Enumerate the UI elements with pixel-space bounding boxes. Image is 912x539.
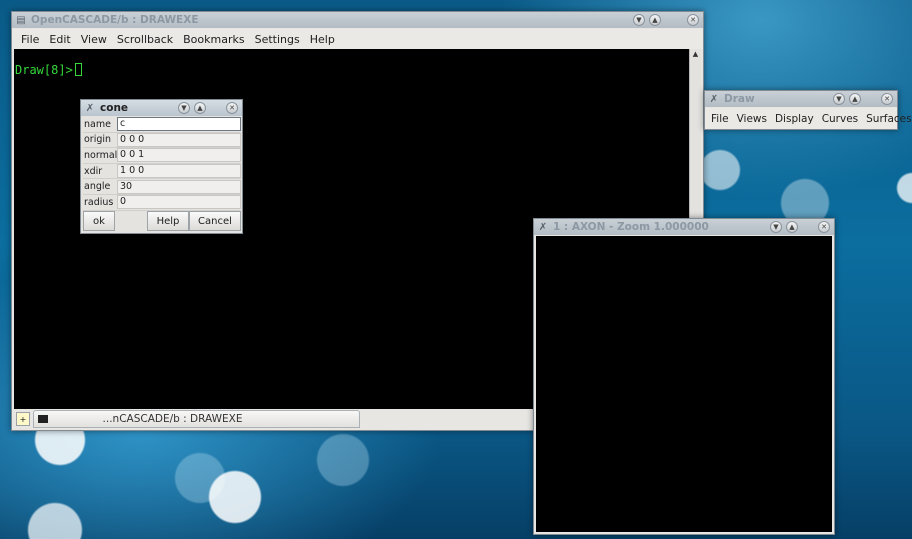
terminal-titlebar[interactable]: ▤ OpenCASCADE/b : DRAWEXE ▼ ▲ ✕ bbox=[12, 12, 703, 28]
field-row-angle: angle 30 bbox=[83, 179, 241, 195]
menu-view[interactable]: View bbox=[76, 33, 112, 46]
field-row-name: name c bbox=[83, 117, 241, 133]
cancel-button[interactable]: Cancel bbox=[189, 211, 241, 231]
normal-input[interactable]: 0 0 1 bbox=[117, 148, 241, 163]
axon-titlebar[interactable]: ✗ 1 : AXON - Zoom 1.000000 ▼ ▲ ✕ bbox=[534, 219, 834, 235]
field-row-xdir: xdir 1 0 0 bbox=[83, 164, 241, 180]
chevron-down-icon[interactable]: ▼ bbox=[633, 14, 645, 26]
draw-menu-curves[interactable]: Curves bbox=[818, 113, 862, 125]
field-label: name bbox=[84, 118, 111, 130]
field-row-radius: radius 0 bbox=[83, 195, 241, 211]
axon-viewport[interactable] bbox=[536, 236, 832, 532]
draw-titlebar[interactable]: ✗ Draw ▼ ▲ ✕ bbox=[705, 91, 897, 107]
terminal-icon: ▤ bbox=[16, 14, 26, 26]
close-icon[interactable]: ✕ bbox=[881, 93, 893, 105]
axon-title: 1 : AXON - Zoom 1.000000 bbox=[553, 221, 709, 233]
chevron-up-icon[interactable]: ▲ bbox=[849, 93, 861, 105]
tool-icon: ✗ bbox=[538, 221, 548, 233]
cone-form: name c origin 0 0 0 normal 0 0 1 xdir 1 … bbox=[83, 117, 241, 211]
button-spacer bbox=[115, 211, 147, 231]
field-label: origin bbox=[84, 134, 112, 146]
menu-settings[interactable]: Settings bbox=[250, 33, 305, 46]
terminal-tab-icon bbox=[38, 415, 48, 423]
field-label: xdir bbox=[84, 165, 103, 177]
menu-help[interactable]: Help bbox=[305, 33, 340, 46]
terminal-tabbar: + ...nCASCADE/b : DRAWEXE bbox=[14, 409, 534, 429]
menu-scrollback[interactable]: Scrollback bbox=[112, 33, 178, 46]
terminal-prompt: Draw[8]> bbox=[15, 63, 82, 77]
chevron-up-icon[interactable]: ▲ bbox=[649, 14, 661, 26]
axon-view-window: ✗ 1 : AXON - Zoom 1.000000 ▼ ▲ ✕ bbox=[533, 218, 835, 535]
prompt-text: Draw[8]> bbox=[15, 63, 73, 77]
draw-title: Draw bbox=[724, 93, 755, 105]
scroll-up-icon[interactable]: ▲ bbox=[690, 49, 701, 59]
tool-icon: ✗ bbox=[85, 102, 95, 114]
cone-dialog: ✗ cone ▼ ▲ ✕ name c origin 0 0 0 normal … bbox=[80, 99, 243, 234]
angle-input[interactable]: 30 bbox=[117, 179, 241, 194]
terminal-menubar: File Edit View Scrollback Bookmarks Sett… bbox=[12, 29, 703, 49]
draw-menu-file[interactable]: File bbox=[707, 113, 733, 125]
draw-menu-views[interactable]: Views bbox=[733, 113, 771, 125]
draw-window: ✗ Draw ▼ ▲ ✕ File Views Display Curves S… bbox=[704, 90, 912, 130]
field-row-origin: origin 0 0 0 bbox=[83, 132, 241, 149]
field-row-normal: normal 0 0 1 bbox=[83, 148, 241, 164]
tool-icon: ✗ bbox=[709, 93, 719, 105]
menu-edit[interactable]: Edit bbox=[44, 33, 75, 46]
terminal-title: OpenCASCADE/b : DRAWEXE bbox=[31, 14, 199, 26]
chevron-down-icon[interactable]: ▼ bbox=[833, 93, 845, 105]
terminal-cursor bbox=[74, 63, 82, 76]
terminal-tab[interactable]: ...nCASCADE/b : DRAWEXE bbox=[33, 410, 360, 428]
name-input[interactable]: c bbox=[117, 117, 241, 132]
menu-file[interactable]: File bbox=[16, 33, 44, 46]
close-icon[interactable]: ✕ bbox=[226, 102, 238, 114]
chevron-down-icon[interactable]: ▼ bbox=[178, 102, 190, 114]
chevron-up-icon[interactable]: ▲ bbox=[786, 221, 798, 233]
menu-bookmarks[interactable]: Bookmarks bbox=[178, 33, 249, 46]
field-label: radius bbox=[84, 196, 114, 208]
field-label: normal bbox=[84, 149, 118, 161]
terminal-tab-label: ...nCASCADE/b : DRAWEXE bbox=[102, 413, 243, 425]
help-button[interactable]: Help bbox=[147, 211, 189, 231]
cone-button-row: ok Help Cancel bbox=[83, 211, 241, 231]
draw-menu-surfaces[interactable]: Surfaces bbox=[862, 113, 912, 125]
cone-title: cone bbox=[100, 102, 129, 114]
close-icon[interactable]: ✕ bbox=[687, 14, 699, 26]
close-icon[interactable]: ✕ bbox=[818, 221, 830, 233]
new-tab-icon[interactable]: + bbox=[16, 412, 30, 426]
chevron-up-icon[interactable]: ▲ bbox=[194, 102, 206, 114]
xdir-input[interactable]: 1 0 0 bbox=[117, 164, 241, 179]
field-label: angle bbox=[84, 181, 111, 193]
origin-input[interactable]: 0 0 0 bbox=[117, 132, 241, 147]
ok-button[interactable]: ok bbox=[83, 211, 115, 231]
draw-menu-display[interactable]: Display bbox=[771, 113, 818, 125]
radius-input[interactable]: 0 bbox=[117, 195, 241, 210]
cone-titlebar[interactable]: ✗ cone ▼ ▲ ✕ bbox=[81, 100, 242, 116]
draw-menubar: File Views Display Curves Surfaces bbox=[705, 108, 912, 129]
chevron-down-icon[interactable]: ▼ bbox=[770, 221, 782, 233]
